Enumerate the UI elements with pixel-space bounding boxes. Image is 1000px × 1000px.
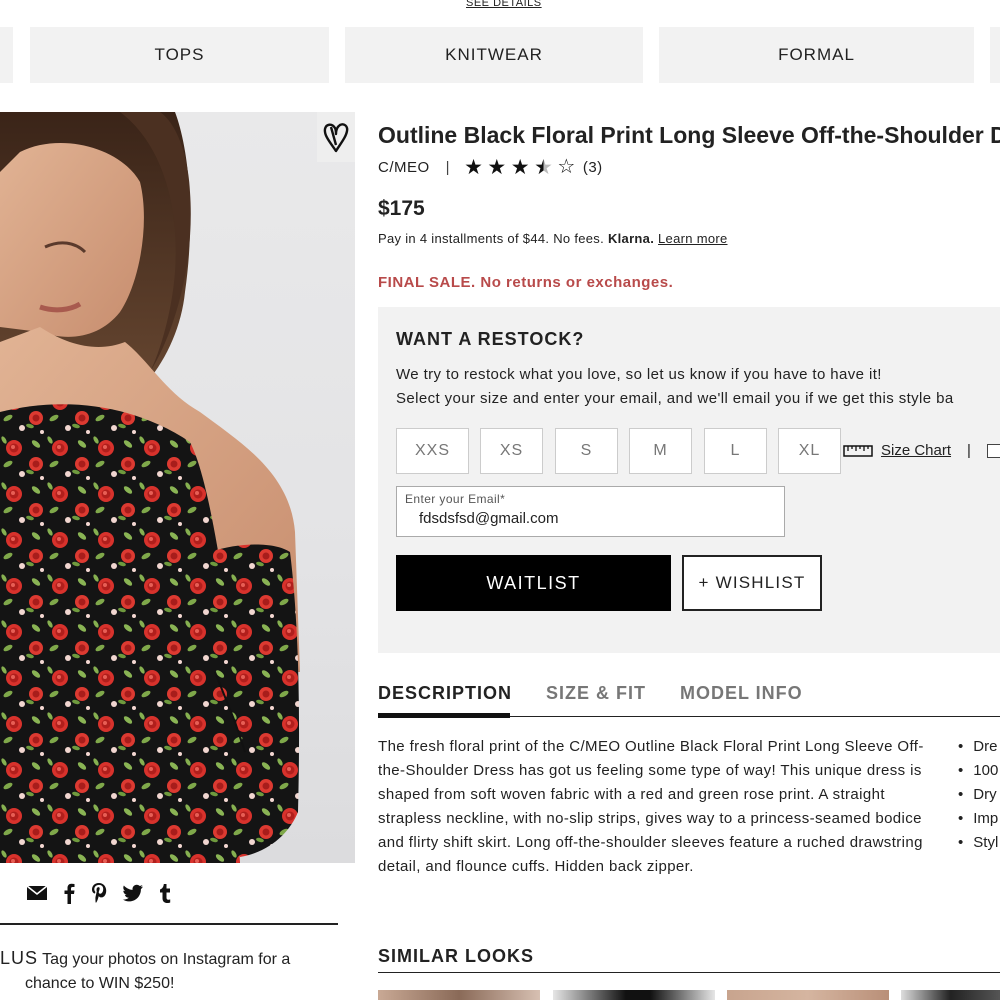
product-description: The fresh floral print of the C/MEO Outl… (378, 738, 924, 875)
size-option-xl[interactable]: XL (778, 428, 841, 474)
model-illustration (0, 112, 300, 863)
see-details-link[interactable]: SEE DETAILS (466, 0, 542, 9)
similar-divider (378, 972, 1000, 973)
tumblr-icon[interactable] (158, 882, 172, 904)
category-tab-formal[interactable]: FORMAL (659, 27, 974, 83)
restock-title: WANT A RESTOCK? (396, 329, 585, 349)
waitlist-button[interactable]: WAITLIST (396, 555, 671, 611)
product-title: Outline Black Floral Print Long Sleeve O… (378, 122, 1000, 148)
email-icon[interactable] (26, 884, 48, 902)
rating-count[interactable]: (3) (583, 159, 603, 176)
similar-look-thumbnail[interactable] (901, 990, 1000, 1000)
similar-look-thumbnail[interactable] (553, 990, 715, 1000)
product-image[interactable] (0, 112, 355, 863)
brand-rating-row: C/MEO | ★ ★ ★ ★ ☆ (3) (378, 156, 603, 179)
star-half-icon: ★ (534, 156, 554, 179)
list-item: 100 (958, 759, 998, 783)
size-option-s[interactable]: S (555, 428, 618, 474)
rating-stars[interactable]: ★ ★ ★ ★ ☆ (464, 156, 576, 179)
final-sale-notice: FINAL SALE. No returns or exchanges. (378, 274, 674, 291)
similar-looks-title: SIMILAR LOOKS (378, 946, 534, 966)
restock-line-1: We try to restock what you love, so let … (396, 366, 882, 383)
email-field-label: Enter your Email* (405, 492, 506, 506)
list-item: Dry (958, 783, 998, 807)
restock-panel: WANT A RESTOCK? We try to restock what y… (378, 307, 1000, 653)
price: $175 (378, 197, 425, 220)
product-details-list: Dre 100 Dry Imp Styl (958, 735, 998, 855)
size-option-l[interactable]: L (704, 428, 767, 474)
learn-more-link[interactable]: Learn more (658, 231, 727, 246)
star-full-icon: ★ (464, 156, 484, 179)
instagram-line-1: Tag your photos on Instagram for a (42, 951, 291, 968)
email-field[interactable]: Enter your Email* (396, 486, 785, 537)
share-icons (26, 882, 172, 904)
email-input[interactable] (419, 510, 769, 527)
brand-name[interactable]: C/MEO (378, 159, 430, 176)
similar-look-thumbnail[interactable] (727, 990, 889, 1000)
installments-text: Pay in 4 installments of $44. No fees. (378, 231, 605, 246)
wishlist-button[interactable]: + WISHLIST (682, 555, 822, 611)
instagram-prefix: LUS (0, 948, 39, 968)
star-empty-icon: ☆ (557, 156, 576, 178)
category-tab-tops[interactable]: TOPS (30, 27, 329, 83)
size-chart-row: Size Chart | (843, 442, 1000, 459)
favorite-button[interactable] (317, 112, 355, 162)
divider (0, 923, 338, 925)
instagram-promo: LUS Tag your photos on Instagram for a c… (0, 946, 340, 996)
size-option-xxs[interactable]: XXS (396, 428, 469, 474)
similar-look-thumbnail[interactable] (378, 990, 540, 1000)
restock-line-2: Select your size and enter your email, a… (396, 390, 954, 407)
facebook-icon[interactable] (62, 882, 76, 904)
installments-info: Pay in 4 installments of $44. No fees. K… (378, 231, 728, 246)
klarna-logo: Klarna. (607, 231, 655, 246)
checkbox[interactable] (986, 443, 1000, 458)
active-tab-indicator (378, 713, 510, 718)
category-tab-partial-left[interactable] (0, 27, 13, 83)
category-tab-knitwear[interactable]: KNITWEAR (345, 27, 643, 83)
list-item: Styl (958, 831, 998, 855)
size-chart-separator: | (967, 442, 971, 459)
size-option-m[interactable]: M (629, 428, 692, 474)
tab-description[interactable]: DESCRIPTION (378, 683, 512, 704)
tab-model-info[interactable]: MODEL INFO (680, 683, 803, 704)
brand-separator: | (445, 159, 451, 176)
size-chart-link[interactable]: Size Chart (881, 442, 951, 459)
instagram-line-2: chance to WIN $250! (25, 975, 175, 992)
size-option-xs[interactable]: XS (480, 428, 543, 474)
twitter-icon[interactable] (122, 884, 144, 902)
category-tab-partial-right[interactable] (990, 27, 1000, 83)
tab-size-fit[interactable]: SIZE & FIT (546, 683, 646, 704)
heart-icon (323, 123, 349, 153)
list-item: Dre (958, 735, 998, 759)
star-full-icon: ★ (487, 156, 507, 179)
list-item: Imp (958, 807, 998, 831)
star-full-icon: ★ (510, 156, 531, 179)
ruler-icon (843, 444, 873, 457)
restock-description: We try to restock what you love, so let … (396, 363, 954, 411)
pinterest-icon[interactable] (90, 882, 108, 904)
